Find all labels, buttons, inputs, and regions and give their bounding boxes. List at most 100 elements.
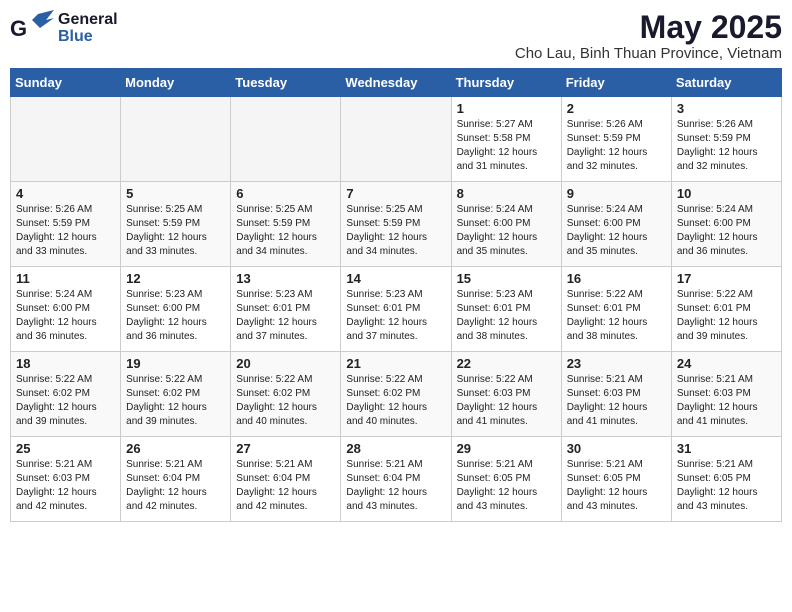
day-info: Sunrise: 5:21 AM Sunset: 6:05 PM Dayligh… — [677, 458, 776, 514]
day-info: Sunrise: 5:21 AM Sunset: 6:04 PM Dayligh… — [236, 458, 335, 514]
calendar-day-cell: 2 Sunrise: 5:26 AM Sunset: 5:59 PM Daylig… — [561, 97, 671, 182]
calendar-week-row: 18Sunrise: 5:22 AM Sunset: 6:02 PM Dayli… — [11, 352, 782, 437]
day-info: Sunrise: 5:22 AM Sunset: 6:02 PM Dayligh… — [236, 373, 335, 429]
weekday-header: Thursday — [451, 69, 561, 97]
logo-general: General — [58, 12, 118, 28]
day-info: Sunrise: 5:26 AM Sunset: 5:59 PM Dayligh… — [16, 203, 115, 259]
calendar-day-cell: 16 Sunrise: 5:22 AM Sunset: 6:01 PM Dayli… — [561, 267, 671, 352]
logo-blue: Blue — [58, 29, 118, 45]
weekday-header: Tuesday — [231, 69, 341, 97]
logo: G General Blue — [10, 10, 118, 46]
calendar-day-cell — [341, 97, 451, 182]
calendar-day-cell: 27 Sunrise: 5:21 AM Sunset: 6:04 PM Dayli… — [231, 437, 341, 522]
day-number: 17 — [677, 271, 776, 286]
day-info: Sunrise: 5:26 AM Sunset: 5:59 PM Dayligh… — [677, 118, 776, 174]
day-number: 3 — [677, 101, 776, 116]
calendar-table: SundayMondayTuesdayWednesdayThursdayFrid… — [10, 68, 782, 522]
day-info: Sunrise: 5:23 AM Sunset: 6:00 PM Dayligh… — [126, 288, 225, 344]
day-info: Sunrise: 5:22 AM Sunset: 6:02 PM Dayligh… — [346, 373, 445, 429]
day-number: 5 — [126, 186, 225, 201]
day-info: Sunrise: 5:23 AM Sunset: 6:01 PM Dayligh… — [236, 288, 335, 344]
calendar-day-cell — [231, 97, 341, 182]
calendar-day-cell — [11, 97, 121, 182]
calendar-week-row: 11 Sunrise: 5:24 AM Sunset: 6:00 PM Dayli… — [11, 267, 782, 352]
weekday-header: Saturday — [671, 69, 781, 97]
title-area: May 2025 Cho Lau, Binh Thuan Province, V… — [515, 10, 782, 62]
calendar-day-cell: 7Sunrise: 5:25 AM Sunset: 5:59 PM Daylig… — [341, 182, 451, 267]
day-number: 27 — [236, 441, 335, 456]
calendar-day-cell: 4 Sunrise: 5:26 AM Sunset: 5:59 PM Daylig… — [11, 182, 121, 267]
day-info: Sunrise: 5:22 AM Sunset: 6:03 PM Dayligh… — [457, 373, 556, 429]
calendar-day-cell: 23 Sunrise: 5:21 AM Sunset: 6:03 PM Dayli… — [561, 352, 671, 437]
day-info: Sunrise: 5:21 AM Sunset: 6:03 PM Dayligh… — [567, 373, 666, 429]
calendar-day-cell: 13 Sunrise: 5:23 AM Sunset: 6:01 PM Dayli… — [231, 267, 341, 352]
calendar-day-cell: 19 Sunrise: 5:22 AM Sunset: 6:02 PM Dayli… — [121, 352, 231, 437]
calendar-day-cell: 25 Sunrise: 5:21 AM Sunset: 6:03 PM Dayli… — [11, 437, 121, 522]
day-number: 1 — [457, 101, 556, 116]
day-info: Sunrise: 5:21 AM Sunset: 6:03 PM Dayligh… — [677, 373, 776, 429]
day-number: 7 — [346, 186, 445, 201]
day-info: Sunrise: 5:21 AM Sunset: 6:03 PM Dayligh… — [16, 458, 115, 514]
calendar-day-cell: 5Sunrise: 5:25 AM Sunset: 5:59 PM Daylig… — [121, 182, 231, 267]
calendar-day-cell: 14Sunrise: 5:23 AM Sunset: 6:01 PM Dayli… — [341, 267, 451, 352]
day-number: 26 — [126, 441, 225, 456]
month-title: May 2025 — [515, 10, 782, 45]
day-number: 31 — [677, 441, 776, 456]
day-info: Sunrise: 5:22 AM Sunset: 6:01 PM Dayligh… — [677, 288, 776, 344]
day-number: 4 — [16, 186, 115, 201]
day-number: 24 — [677, 356, 776, 371]
day-info: Sunrise: 5:21 AM Sunset: 6:05 PM Dayligh… — [567, 458, 666, 514]
day-number: 13 — [236, 271, 335, 286]
day-number: 25 — [16, 441, 115, 456]
day-number: 19 — [126, 356, 225, 371]
day-number: 2 — [567, 101, 666, 116]
day-number: 21 — [346, 356, 445, 371]
day-info: Sunrise: 5:21 AM Sunset: 6:04 PM Dayligh… — [346, 458, 445, 514]
header: G General Blue May 2025 Cho Lau, Binh Th… — [10, 10, 782, 62]
calendar-day-cell: 30 Sunrise: 5:21 AM Sunset: 6:05 PM Dayli… — [561, 437, 671, 522]
day-info: Sunrise: 5:22 AM Sunset: 6:01 PM Dayligh… — [567, 288, 666, 344]
day-info: Sunrise: 5:24 AM Sunset: 6:00 PM Dayligh… — [457, 203, 556, 259]
day-number: 30 — [567, 441, 666, 456]
calendar-day-cell: 22 Sunrise: 5:22 AM Sunset: 6:03 PM Dayli… — [451, 352, 561, 437]
day-number: 28 — [346, 441, 445, 456]
day-number: 23 — [567, 356, 666, 371]
day-number: 16 — [567, 271, 666, 286]
day-info: Sunrise: 5:22 AM Sunset: 6:02 PM Dayligh… — [126, 373, 225, 429]
calendar-day-cell — [121, 97, 231, 182]
calendar-week-row: 25 Sunrise: 5:21 AM Sunset: 6:03 PM Dayli… — [11, 437, 782, 522]
calendar-day-cell: 20 Sunrise: 5:22 AM Sunset: 6:02 PM Dayli… — [231, 352, 341, 437]
weekday-header: Monday — [121, 69, 231, 97]
calendar-week-row: 4 Sunrise: 5:26 AM Sunset: 5:59 PM Daylig… — [11, 182, 782, 267]
calendar-day-cell: 12Sunrise: 5:23 AM Sunset: 6:00 PM Dayli… — [121, 267, 231, 352]
weekday-header: Sunday — [11, 69, 121, 97]
svg-text:G: G — [10, 16, 27, 41]
day-info: Sunrise: 5:21 AM Sunset: 6:04 PM Dayligh… — [126, 458, 225, 514]
day-number: 20 — [236, 356, 335, 371]
calendar-day-cell: 17 Sunrise: 5:22 AM Sunset: 6:01 PM Dayli… — [671, 267, 781, 352]
day-info: Sunrise: 5:21 AM Sunset: 6:05 PM Dayligh… — [457, 458, 556, 514]
day-number: 8 — [457, 186, 556, 201]
day-info: Sunrise: 5:27 AM Sunset: 5:58 PM Dayligh… — [457, 118, 556, 174]
calendar-day-cell: 1 Sunrise: 5:27 AM Sunset: 5:58 PM Daylig… — [451, 97, 561, 182]
weekday-header: Friday — [561, 69, 671, 97]
day-info: Sunrise: 5:23 AM Sunset: 6:01 PM Dayligh… — [457, 288, 556, 344]
day-info: Sunrise: 5:24 AM Sunset: 6:00 PM Dayligh… — [677, 203, 776, 259]
calendar-day-cell: 26 Sunrise: 5:21 AM Sunset: 6:04 PM Dayli… — [121, 437, 231, 522]
day-info: Sunrise: 5:26 AM Sunset: 5:59 PM Dayligh… — [567, 118, 666, 174]
calendar-day-cell: 24 Sunrise: 5:21 AM Sunset: 6:03 PM Dayli… — [671, 352, 781, 437]
logo-icon: G — [10, 10, 54, 46]
day-info: Sunrise: 5:24 AM Sunset: 6:00 PM Dayligh… — [567, 203, 666, 259]
calendar-week-row: 1 Sunrise: 5:27 AM Sunset: 5:58 PM Daylig… — [11, 97, 782, 182]
weekday-header: Wednesday — [341, 69, 451, 97]
calendar-day-cell: 31 Sunrise: 5:21 AM Sunset: 6:05 PM Dayli… — [671, 437, 781, 522]
calendar-day-cell: 28 Sunrise: 5:21 AM Sunset: 6:04 PM Dayli… — [341, 437, 451, 522]
calendar-header-row: SundayMondayTuesdayWednesdayThursdayFrid… — [11, 69, 782, 97]
calendar-day-cell: 18Sunrise: 5:22 AM Sunset: 6:02 PM Dayli… — [11, 352, 121, 437]
day-info: Sunrise: 5:24 AM Sunset: 6:00 PM Dayligh… — [16, 288, 115, 344]
day-number: 22 — [457, 356, 556, 371]
location-title: Cho Lau, Binh Thuan Province, Vietnam — [515, 45, 782, 62]
calendar-day-cell: 3 Sunrise: 5:26 AM Sunset: 5:59 PM Daylig… — [671, 97, 781, 182]
calendar-day-cell: 10Sunrise: 5:24 AM Sunset: 6:00 PM Dayli… — [671, 182, 781, 267]
day-number: 11 — [16, 271, 115, 286]
